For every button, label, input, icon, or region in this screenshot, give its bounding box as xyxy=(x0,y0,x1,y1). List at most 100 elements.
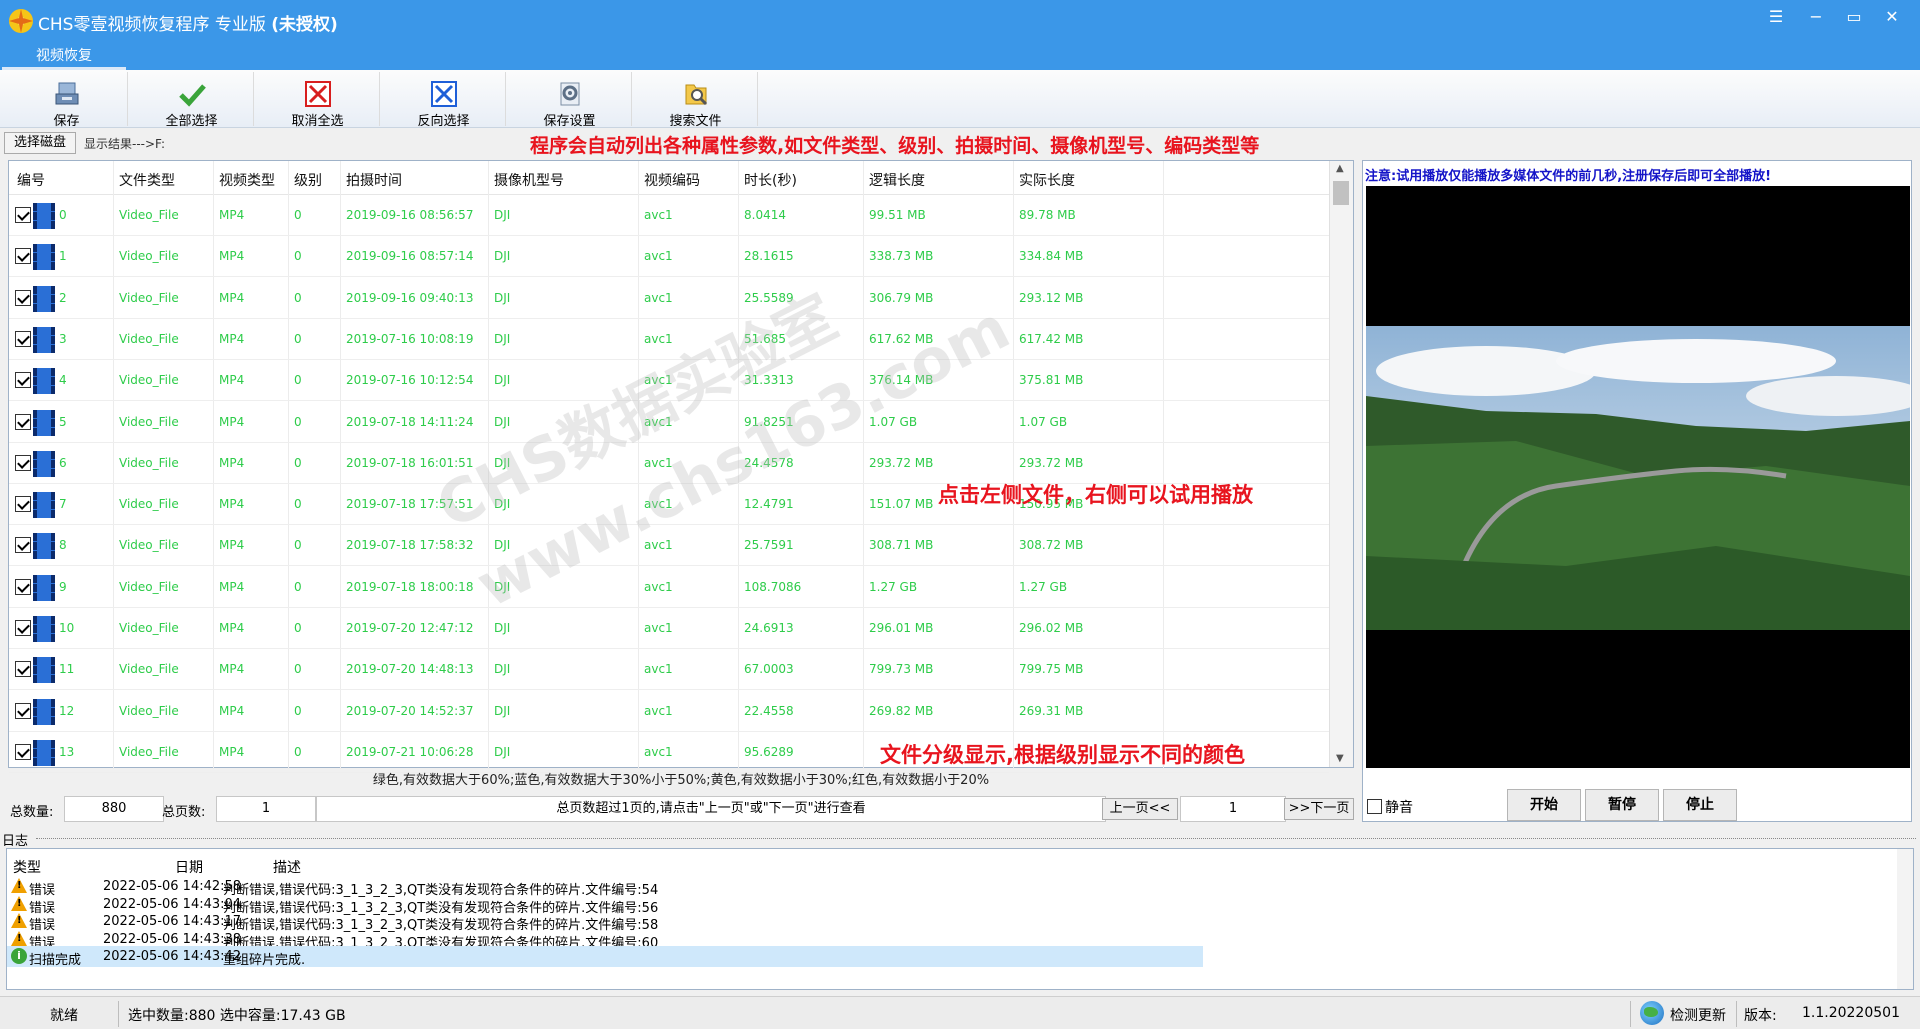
row-checkbox[interactable] xyxy=(15,330,31,347)
col-file-type[interactable]: 文件类型 xyxy=(119,170,175,190)
row-checkbox[interactable] xyxy=(15,702,31,719)
pause-button[interactable]: 暂停 xyxy=(1585,789,1659,821)
table-row[interactable]: 12 Video_File MP4 0 2019-07-20 14:52:37 DJI av… xyxy=(9,691,1329,732)
log-row[interactable]: i 扫描完成 2022-05-06 14:43:42 重组碎片完成. xyxy=(7,946,1203,968)
row-checkbox[interactable] xyxy=(15,661,31,678)
table-row[interactable]: 6 Video_File MP4 0 2019-07-18 16:01:51 DJI avc… xyxy=(9,443,1329,484)
check-update-link[interactable]: 检测更新 xyxy=(1670,1005,1726,1025)
cell-logical: 338.73 MB xyxy=(869,249,934,264)
col-time[interactable]: 拍摄时间 xyxy=(346,170,402,190)
table-row[interactable]: 4 Video_File MP4 0 2019-07-16 10:12:54 DJI avc… xyxy=(9,360,1329,402)
col-level[interactable]: 级别 xyxy=(294,170,322,190)
row-checkbox[interactable] xyxy=(15,743,31,760)
col-logical-size[interactable]: 逻辑长度 xyxy=(869,170,925,190)
cell-actual: 375.81 MB xyxy=(1019,373,1084,388)
col-codec[interactable]: 视频编码 xyxy=(644,170,700,190)
toolbar: 保存 全部选择 取消全选 反向选择 保存设置 搜索文件 xyxy=(0,70,1920,129)
table-row[interactable]: 0 Video_File MP4 0 2019-09-16 08:56:57 DJI avc… xyxy=(9,195,1329,236)
scroll-thumb[interactable] xyxy=(1333,181,1349,205)
row-checkbox[interactable] xyxy=(15,248,31,265)
row-checkbox[interactable] xyxy=(15,578,31,595)
warning-icon xyxy=(11,930,27,946)
list-scrollbar[interactable]: ▲ ▼ xyxy=(1329,161,1353,767)
menu-icon[interactable]: ☰ xyxy=(1762,6,1790,28)
cell-video-type: MP4 xyxy=(219,538,245,553)
table-row[interactable]: 10 Video_File MP4 0 2019-07-20 12:47:12 DJI av… xyxy=(9,608,1329,649)
prev-page-button[interactable]: 上一页<< xyxy=(1102,798,1178,820)
restore-icon[interactable]: ▭ xyxy=(1840,6,1868,28)
row-checkbox[interactable] xyxy=(15,413,31,430)
mute-checkbox[interactable]: 静音 xyxy=(1367,797,1413,817)
cell-duration: 28.1615 xyxy=(744,249,794,264)
cell-duration: 108.7086 xyxy=(744,579,802,594)
log-col-type[interactable]: 类型 xyxy=(13,857,41,877)
invert-selection-icon xyxy=(430,81,457,107)
log-col-date[interactable]: 日期 xyxy=(175,857,203,877)
search-file-button[interactable]: 搜索文件 xyxy=(634,72,758,129)
stop-button[interactable]: 停止 xyxy=(1663,789,1737,821)
cell-actual: 269.31 MB xyxy=(1019,703,1084,718)
table-row[interactable]: 8 Video_File MP4 0 2019-07-18 17:58:32 DJI avc… xyxy=(9,525,1329,567)
cell-duration: 31.3313 xyxy=(744,373,794,388)
status-divider xyxy=(1630,1001,1631,1027)
cell-camera: DJI xyxy=(494,744,511,759)
cell-duration: 22.4558 xyxy=(744,703,794,718)
cell-logical: 99.51 MB xyxy=(869,208,926,222)
tab-video-recovery[interactable]: 视频恢复 xyxy=(2,42,126,70)
col-duration[interactable]: 时长(秒) xyxy=(744,170,797,190)
row-checkbox[interactable] xyxy=(15,207,31,223)
save-button[interactable]: 保存 xyxy=(6,72,128,129)
table-row[interactable]: 3 Video_File MP4 0 2019-07-16 10:08:19 DJI avc… xyxy=(9,319,1329,360)
log-type: 扫描完成 xyxy=(29,953,82,968)
cell-logical: 296.01 MB xyxy=(869,621,934,635)
settings-icon xyxy=(560,82,579,106)
row-checkbox[interactable] xyxy=(15,537,31,554)
col-id[interactable]: 编号 xyxy=(17,170,45,190)
table-row[interactable]: 1 Video_File MP4 0 2019-09-16 08:57:14 DJI avc… xyxy=(9,236,1329,278)
col-actual-size[interactable]: 实际长度 xyxy=(1019,170,1075,190)
video-file-icon xyxy=(33,450,55,477)
video-file-icon xyxy=(33,739,55,766)
video-file-icon xyxy=(33,574,55,601)
current-page-input[interactable]: 1 xyxy=(1180,796,1286,822)
tab-bar: 视频恢复 xyxy=(0,42,1920,70)
cell-camera: DJI xyxy=(494,373,511,388)
cell-video-type: MP4 xyxy=(219,662,245,677)
row-checkbox[interactable] xyxy=(15,372,31,389)
row-checkbox[interactable] xyxy=(15,454,31,471)
row-checkbox[interactable] xyxy=(15,620,31,636)
cell-actual: 296.02 MB xyxy=(1019,621,1084,635)
cell-duration: 8.0414 xyxy=(744,208,786,222)
cell-time: 2019-07-18 17:58:32 xyxy=(346,538,474,553)
row-checkbox[interactable] xyxy=(15,289,31,306)
save-settings-button[interactable]: 保存设置 xyxy=(508,72,632,129)
cell-id: 9 xyxy=(59,579,67,594)
col-video-type[interactable]: 视频类型 xyxy=(219,170,275,190)
close-icon[interactable]: ✕ xyxy=(1878,6,1906,28)
minimize-icon[interactable]: − xyxy=(1802,6,1830,28)
cell-file-type: Video_File xyxy=(119,208,179,222)
next-page-button[interactable]: >>下一页 xyxy=(1284,798,1354,820)
col-camera[interactable]: 摄像机型号 xyxy=(494,170,564,190)
select-disk-button[interactable]: 选择磁盘 xyxy=(4,132,76,154)
log-col-desc[interactable]: 描述 xyxy=(273,857,301,877)
table-row[interactable]: 9 Video_File MP4 0 2019-07-18 18:00:18 DJI avc… xyxy=(9,567,1329,608)
cell-actual: 1.07 GB xyxy=(1019,414,1068,429)
log-scrollbar[interactable] xyxy=(1897,849,1913,989)
table-row[interactable]: 11 Video_File MP4 0 2019-07-20 14:48:13 DJI av… xyxy=(9,649,1329,691)
scroll-down-icon[interactable]: ▼ xyxy=(1336,753,1344,764)
start-button[interactable]: 开始 xyxy=(1507,789,1581,821)
annotation-top: 程序会自动列出各种属性参数,如文件类型、级别、拍摄时间、摄像机型号、编码类型等 xyxy=(530,135,1260,157)
deselect-all-button[interactable]: 取消全选 xyxy=(256,72,380,129)
select-all-button[interactable]: 全部选择 xyxy=(130,72,254,129)
cell-time: 2019-07-16 10:12:54 xyxy=(346,373,474,388)
video-player[interactable] xyxy=(1366,186,1910,768)
scroll-up-icon[interactable]: ▲ xyxy=(1336,163,1344,174)
row-checkbox[interactable] xyxy=(15,496,31,513)
invert-selection-button[interactable]: 反向选择 xyxy=(382,72,506,129)
table-row[interactable]: 2 Video_File MP4 0 2019-09-16 09:40:13 DJI avc… xyxy=(9,278,1329,319)
table-row[interactable]: 5 Video_File MP4 0 2019-07-18 14:11:24 DJI avc… xyxy=(9,402,1329,443)
globe-icon[interactable] xyxy=(1640,1001,1664,1025)
cell-file-type: Video_File xyxy=(119,538,179,553)
mute-box[interactable] xyxy=(1367,799,1382,814)
